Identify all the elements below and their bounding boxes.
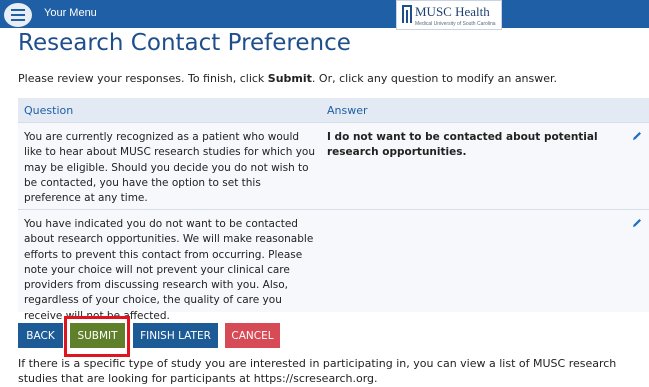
intro-text: Please review your responses. To finish,… — [18, 72, 557, 85]
logo-tagline: Medical University of South Carolina — [415, 21, 496, 27]
hamburger-icon-line — [11, 9, 25, 11]
musc-logo-icon — [402, 5, 412, 23]
menu-label[interactable]: Your Menu — [44, 7, 97, 19]
pencil-edit-icon[interactable] — [631, 130, 643, 142]
intro-prefix: Please review your responses. To finish,… — [18, 72, 268, 85]
answer-column-header: Answer — [327, 104, 368, 117]
intro-suffix: . Or, click any question to modify an an… — [311, 72, 558, 85]
question-text[interactable]: You have indicated you do not want to be… — [24, 217, 317, 324]
intro-bold: Submit — [267, 72, 312, 85]
hamburger-icon-line — [11, 19, 25, 21]
review-table: Question Answer You are currently recogn… — [18, 98, 649, 322]
logo-name: MUSC Health — [415, 4, 490, 19]
hamburger-menu-button[interactable] — [4, 3, 32, 27]
footnote-text: If there is a specific type of study you… — [18, 357, 617, 385]
table-row[interactable]: You have indicated you do not want to be… — [18, 209, 649, 322]
musc-health-logo[interactable]: MUSC Health Medical University of South … — [396, 0, 502, 30]
question-column-header: Question — [24, 104, 74, 117]
question-text[interactable]: You are currently recognized as a patien… — [24, 130, 317, 206]
submit-highlight-box — [64, 316, 130, 357]
table-row[interactable]: You are currently recognized as a patien… — [18, 122, 649, 209]
hamburger-icon-line — [11, 14, 25, 16]
pencil-edit-icon[interactable] — [631, 217, 643, 229]
finish-later-button[interactable]: FINISH LATER — [133, 323, 218, 348]
back-button[interactable]: BACK — [18, 323, 63, 348]
cancel-button[interactable]: CANCEL — [225, 323, 280, 348]
top-bar: Your Menu MUSC Health Medical University… — [0, 0, 649, 30]
answer-text: I do not want to be contacted about pote… — [327, 131, 598, 159]
table-header: Question Answer — [18, 98, 649, 122]
page-title: Research Contact Preference — [18, 30, 351, 56]
